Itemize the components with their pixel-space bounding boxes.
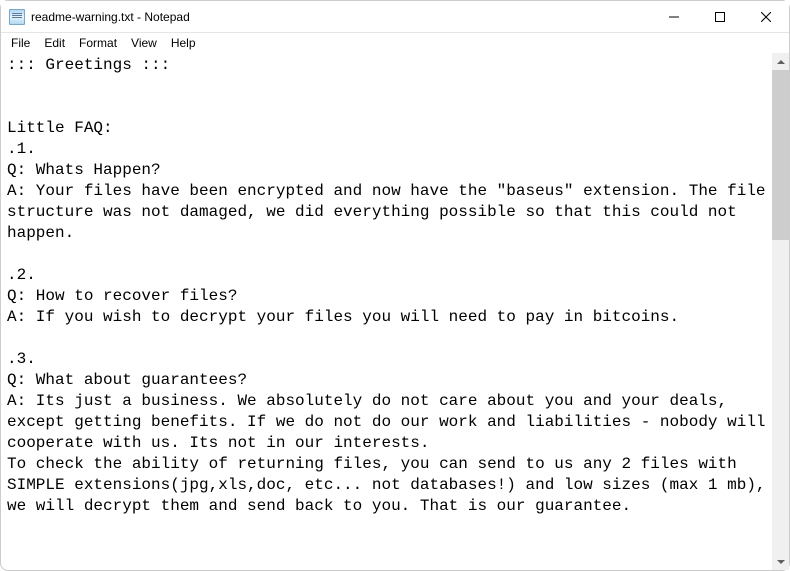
scroll-up-button[interactable] [772,53,789,70]
text-editor[interactable]: ::: Greetings ::: Little FAQ: .1. Q: Wha… [1,53,772,570]
notepad-icon [9,9,25,25]
menu-view[interactable]: View [125,35,163,51]
window-title: readme-warning.txt - Notepad [31,10,651,24]
chevron-up-icon [777,60,785,64]
minimize-button[interactable] [651,1,697,33]
scroll-down-button[interactable] [772,553,789,570]
menu-file[interactable]: File [5,35,36,51]
content-area: ::: Greetings ::: Little FAQ: .1. Q: Wha… [1,53,789,570]
menu-edit[interactable]: Edit [38,35,71,51]
scroll-thumb[interactable] [772,70,789,240]
minimize-icon [669,12,679,22]
maximize-button[interactable] [697,1,743,33]
menu-help[interactable]: Help [165,35,202,51]
menubar: File Edit Format View Help [1,33,789,53]
maximize-icon [715,12,725,22]
titlebar[interactable]: readme-warning.txt - Notepad [1,1,789,33]
close-button[interactable] [743,1,789,33]
close-icon [761,12,771,22]
chevron-down-icon [777,560,785,564]
menu-format[interactable]: Format [73,35,123,51]
window-controls [651,1,789,32]
vertical-scrollbar[interactable] [772,53,789,570]
